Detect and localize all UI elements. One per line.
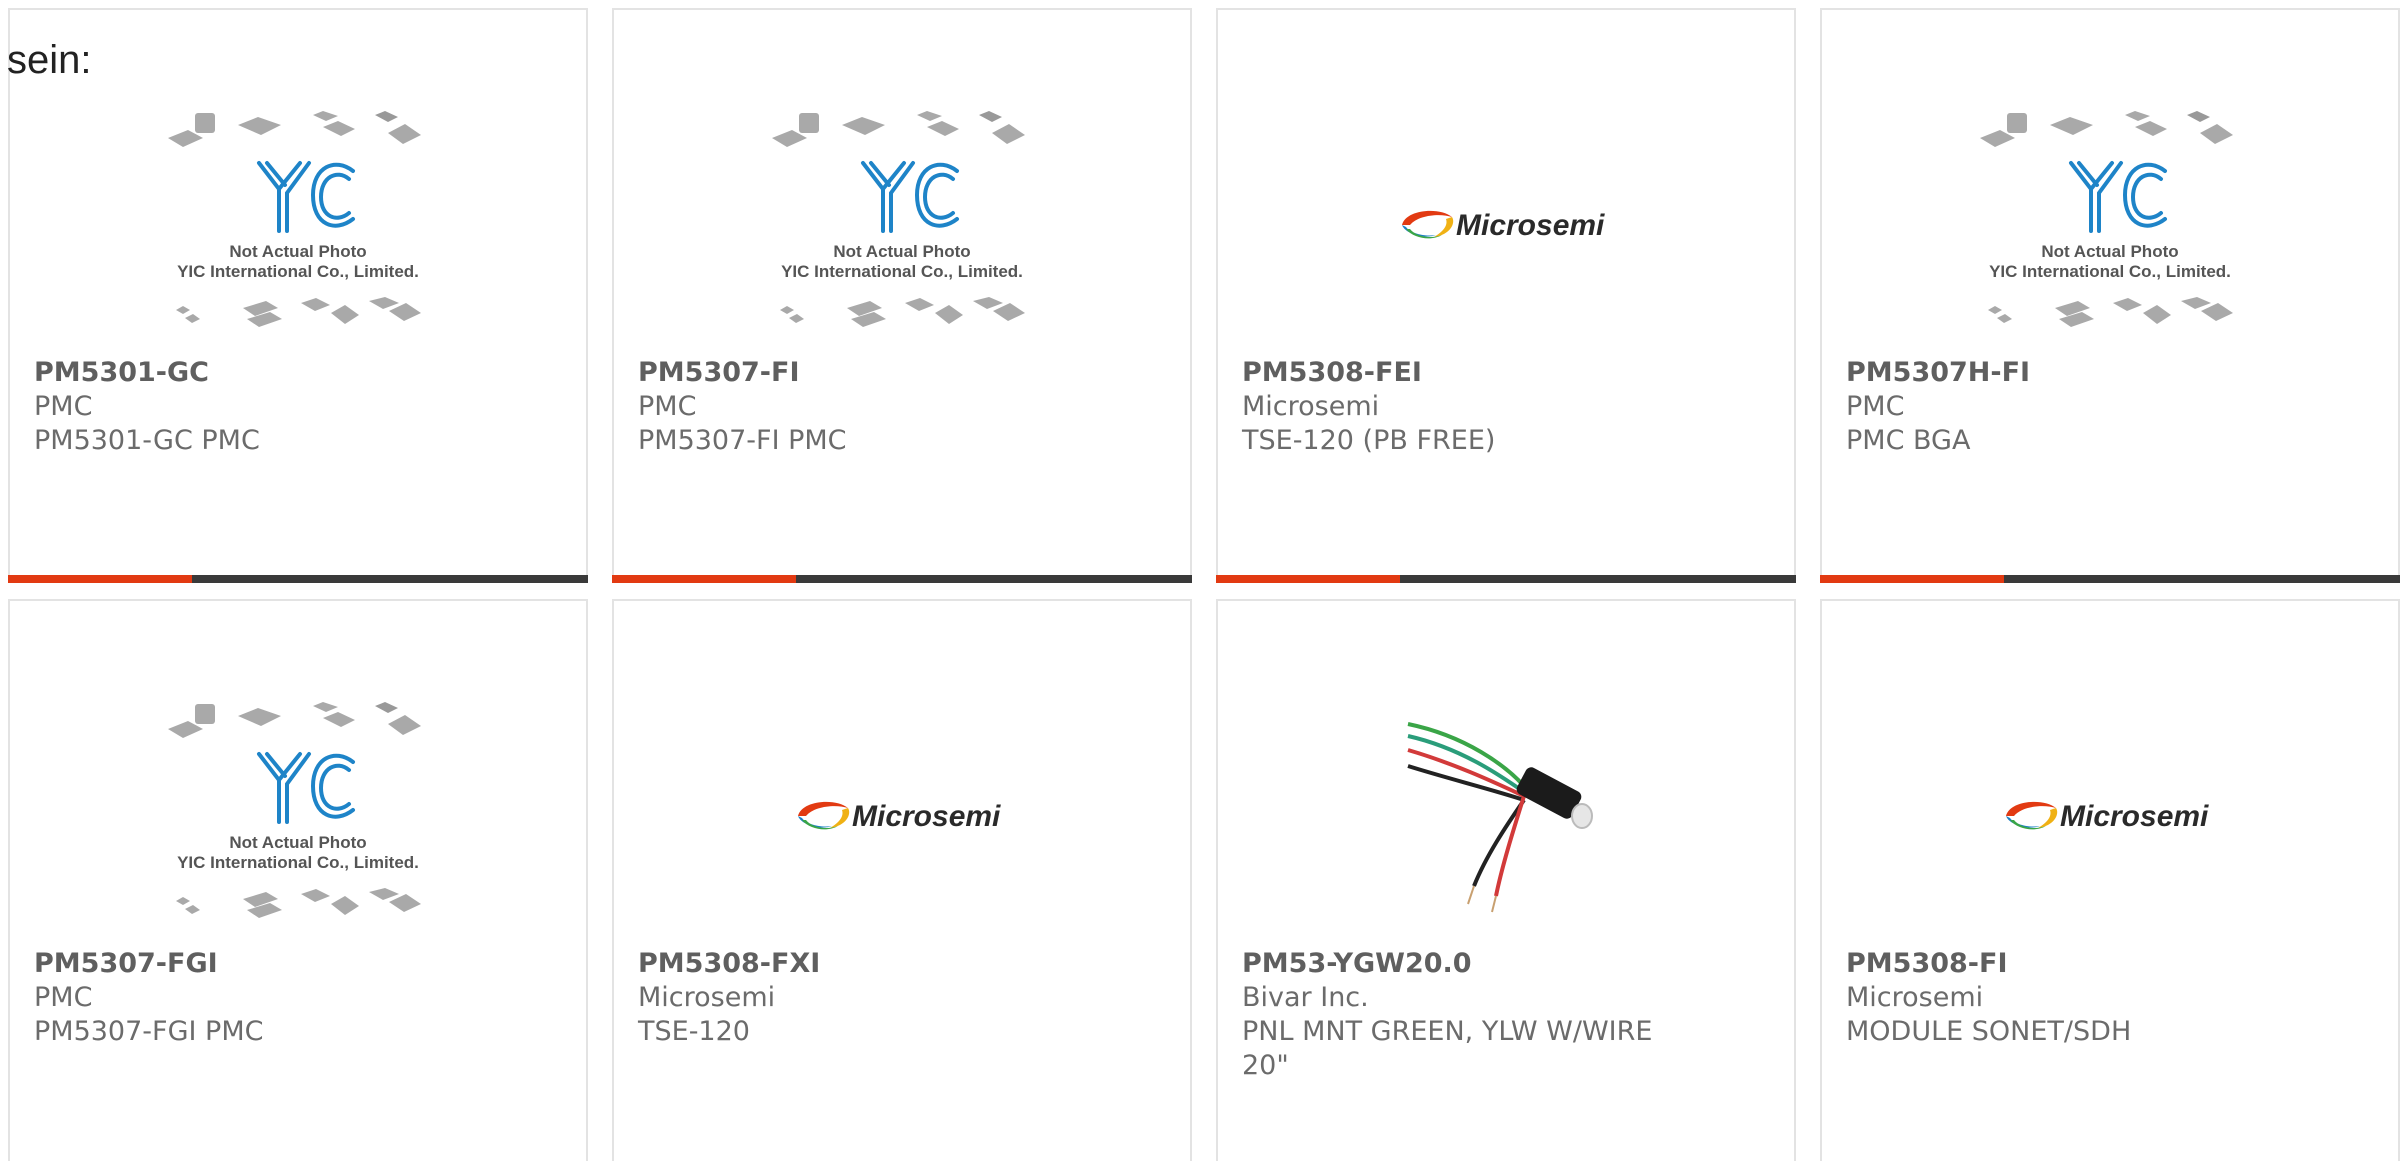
card-footer-bar: [1216, 575, 1796, 583]
part-number-link[interactable]: PM5307H-FI: [1846, 356, 2374, 390]
product-card[interactable]: PM53-YGW20.0 Bivar Inc. PNL MNT GREEN, YLW…: [1216, 599, 1796, 1161]
product-image[interactable]: Microsemi: [614, 691, 1190, 941]
product-info: PM5308-FEI Microsemi TSE-120 (PB FREE): [1242, 356, 1770, 458]
product-card[interactable]: Not Actual Photo YIC International Co., …: [612, 8, 1192, 583]
card-accent-bar: [612, 575, 796, 583]
product-description: PNL MNT GREEN, YLW W/WIRE 20": [1242, 1016, 1653, 1081]
microsemi-logo-text: Microsemi: [2060, 800, 2209, 833]
product-card[interactable]: Not Actual Photo YIC International Co., …: [8, 8, 588, 583]
product-image[interactable]: Microsemi: [1822, 691, 2398, 941]
placeholder-line-2: YIC International Co., Limited.: [781, 262, 1023, 281]
product-info: PM5301-GC PMC PM5301-GC PMC: [34, 356, 562, 458]
product-card[interactable]: Microsemi PM5308-FEI Microsemi TSE-120 (PB…: [1216, 8, 1796, 583]
card-footer-bar: [1820, 575, 2400, 583]
placeholder-line-2: YIC International Co., Limited.: [1989, 262, 2231, 281]
microsemi-logo: Microsemi: [2006, 800, 2209, 833]
microsemi-logo-text: Microsemi: [1456, 209, 1605, 242]
card-accent-bar: [8, 575, 192, 583]
product-description: PM5307-FI PMC: [638, 425, 847, 456]
card-accent-bar: [1820, 575, 2004, 583]
truncated-heading-text: sein:: [7, 38, 92, 82]
product-info: PM5307H-FI PMC PMC BGA: [1846, 356, 2374, 458]
product-description: TSE-120: [638, 1016, 750, 1047]
placeholder-line-1: Not Actual Photo: [229, 833, 366, 852]
placeholder-line-1: Not Actual Photo: [2041, 242, 2178, 261]
product-description: TSE-120 (PB FREE): [1242, 425, 1496, 456]
product-info: PM53-YGW20.0 Bivar Inc. PNL MNT GREEN, YLW…: [1242, 947, 1770, 1083]
microsemi-logo: Microsemi: [1402, 209, 1605, 242]
product-card[interactable]: Not Actual Photo YIC International Co., …: [1820, 8, 2400, 583]
not-actual-photo-placeholder: Not Actual Photo YIC International Co., …: [168, 111, 421, 327]
manufacturer-name: PMC: [638, 391, 697, 422]
product-card[interactable]: Microsemi PM5308-FI Microsemi MODULE SONET…: [1820, 599, 2400, 1161]
placeholder-line-1: Not Actual Photo: [229, 242, 366, 261]
product-card[interactable]: Not Actual Photo YIC International Co., …: [8, 599, 588, 1161]
product-image[interactable]: [1218, 691, 1794, 941]
part-number-link[interactable]: PM5307-FGI: [34, 947, 562, 981]
microsemi-logo-text: Microsemi: [852, 800, 1001, 833]
product-info: PM5308-FXI Microsemi TSE-120: [638, 947, 1166, 1049]
product-image[interactable]: Not Actual Photo YIC International Co., …: [10, 691, 586, 941]
manufacturer-name: Bivar Inc.: [1242, 982, 1369, 1013]
product-info: PM5308-FI Microsemi MODULE SONET/SDH: [1846, 947, 2374, 1049]
placeholder-line-2: YIC International Co., Limited.: [177, 853, 419, 872]
product-image[interactable]: Not Actual Photo YIC International Co., …: [614, 100, 1190, 350]
part-number-link[interactable]: PM5307-FI: [638, 356, 1166, 390]
part-number-link[interactable]: PM5301-GC: [34, 356, 562, 390]
product-image[interactable]: Microsemi: [1218, 100, 1794, 350]
not-actual-photo-placeholder: Not Actual Photo YIC International Co., …: [1980, 111, 2233, 327]
manufacturer-name: PMC: [34, 391, 93, 422]
part-number-link[interactable]: PM5308-FXI: [638, 947, 1166, 981]
product-info: PM5307-FI PMC PM5307-FI PMC: [638, 356, 1166, 458]
product-description: PM5307-FGI PMC: [34, 1016, 264, 1047]
product-image[interactable]: Not Actual Photo YIC International Co., …: [10, 100, 586, 350]
card-footer-bar: [612, 575, 1192, 583]
product-image[interactable]: Not Actual Photo YIC International Co., …: [1822, 100, 2398, 350]
product-info: PM5307-FGI PMC PM5307-FGI PMC: [34, 947, 562, 1049]
placeholder-line-2: YIC International Co., Limited.: [177, 262, 419, 281]
product-description: PM5301-GC PMC: [34, 425, 260, 456]
part-number-link[interactable]: PM5308-FI: [1846, 947, 2374, 981]
part-number-link[interactable]: PM5308-FEI: [1242, 356, 1770, 390]
not-actual-photo-placeholder: Not Actual Photo YIC International Co., …: [168, 702, 421, 918]
not-actual-photo-placeholder: Not Actual Photo YIC International Co., …: [772, 111, 1025, 327]
product-description: MODULE SONET/SDH: [1846, 1016, 2132, 1047]
part-number-link[interactable]: PM53-YGW20.0: [1242, 947, 1770, 981]
product-grid-page: sein: Not Actual Photo YIC International…: [0, 0, 2400, 1161]
led-wire-photo: [1407, 722, 1593, 913]
microsemi-logo: Microsemi: [798, 800, 1001, 833]
manufacturer-name: Microsemi: [1846, 982, 1984, 1013]
card-accent-bar: [1216, 575, 1400, 583]
card-footer-bar: [8, 575, 588, 583]
manufacturer-name: Microsemi: [1242, 391, 1380, 422]
placeholder-line-1: Not Actual Photo: [833, 242, 970, 261]
manufacturer-name: Microsemi: [638, 982, 776, 1013]
product-description: PMC BGA: [1846, 425, 1971, 456]
manufacturer-name: PMC: [1846, 391, 1905, 422]
manufacturer-name: PMC: [34, 982, 93, 1013]
product-card[interactable]: Microsemi PM5308-FXI Microsemi TSE-120: [612, 599, 1192, 1161]
